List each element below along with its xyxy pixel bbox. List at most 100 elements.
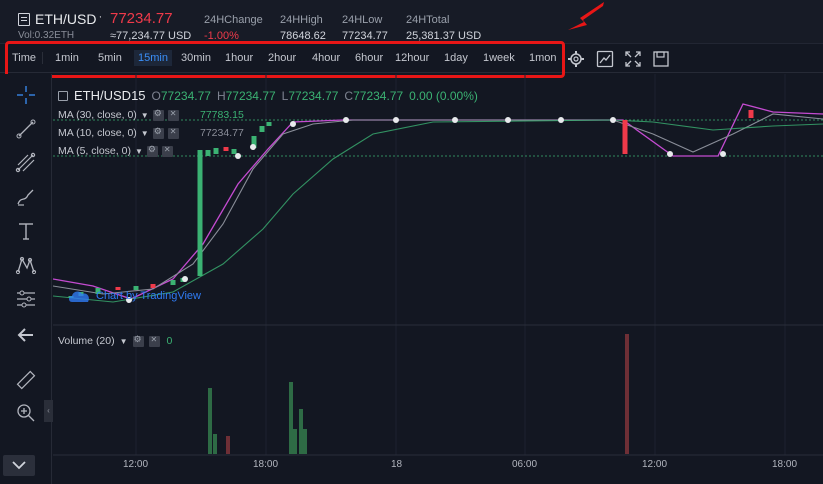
legend-close-label: C [344,88,354,103]
converted-price: ≈77,234.77 USD [110,30,192,42]
text-icon[interactable] [15,220,37,242]
close-icon[interactable] [167,127,179,139]
ma-30-row[interactable]: MA (30, close, 0) ▼ [58,108,179,121]
tf-1mon[interactable]: 1mon [529,52,557,64]
tf-1day[interactable]: 1day [444,52,468,64]
back-arrow-icon[interactable] [15,324,37,346]
caret-down-icon[interactable]: ▼ [141,111,149,120]
chart-legend: ETH/USD15 O77234.77 H77234.77 L77234.77 … [58,88,478,103]
legend-low: 77234.77 [288,88,339,103]
tf-5min[interactable]: 5min [98,52,122,64]
legend-high: 77234.77 [225,88,276,103]
volume-bar [293,429,297,454]
caret-down-icon[interactable]: ▼ [135,147,143,156]
volume-bar [299,409,303,454]
tf-2hour[interactable]: 2hour [268,52,296,64]
ma-point [505,117,511,123]
gear-icon[interactable] [152,126,164,139]
volume-label: Volume (20) [58,335,115,347]
collapse-legend-icon[interactable] [58,90,68,101]
stat-value-total: 25,381.37 USD [406,30,482,42]
volume-bar [303,429,307,454]
close-icon[interactable] [161,145,173,157]
fib-icon[interactable] [15,152,37,174]
ma-10-label: MA (10, close, 0) [58,127,137,139]
candle [259,126,265,132]
time-tick: 18:00 [772,459,798,470]
timeframe-bar: Time 1min 5min 15min 30min 1hour 2hour 4… [0,45,823,73]
indicators-icon[interactable] [596,50,614,68]
ma-point [290,121,296,127]
volume-value: 0 [166,335,173,347]
volume-bar [289,382,293,454]
close-icon[interactable] [167,109,179,121]
ma-5-row[interactable]: MA (5, close, 0) ▼ [58,144,173,157]
ma-30-label: MA (30, close, 0) [58,109,137,121]
ticker-header: ETH/USD ' Vol:0.32ETH 77234.77 ≈77,234.77… [0,0,823,44]
time-tick: 12:00 [642,459,668,470]
tf-1week[interactable]: 1week [483,52,515,64]
ma-point [235,153,241,159]
volume-bar [625,334,629,454]
ma-point [558,117,564,123]
position-icon[interactable] [15,288,37,310]
stat-value-high: 78648.62 [280,30,326,42]
candle [748,110,754,118]
gear-icon[interactable] [132,334,144,347]
volume-bar [208,388,212,454]
stat-value-change: -1.00% [204,30,239,42]
caret-down-icon[interactable]: ▼ [120,337,128,346]
ma-10-value: 77234.77 [200,127,244,139]
ma-10-row[interactable]: MA (10, close, 0) ▼ [58,126,179,139]
candle [223,147,229,151]
pair-superscript: ' [99,14,101,24]
tf-time[interactable]: Time [12,52,44,64]
close-icon[interactable] [148,335,160,347]
more-tools-button[interactable] [3,455,35,476]
tf-6hour[interactable]: 6hour [355,52,383,64]
volume-bar [226,436,230,454]
fullscreen-icon[interactable] [624,50,642,68]
time-tick: 18 [391,459,403,470]
gear-icon[interactable] [152,108,164,121]
tf-1hour[interactable]: 1hour [225,52,253,64]
stat-label-total: 24HTotal [406,14,450,26]
stat-label-high: 24HHigh [280,14,323,26]
legend-open: 77234.77 [160,88,211,103]
ma-point [452,117,458,123]
volume-text: Vol:0.32ETH [18,30,75,41]
volume-legend[interactable]: Volume (20) ▼ 0 [58,334,173,348]
ma-point [250,144,256,150]
pair-selector[interactable]: ETH/USD ' [18,11,101,27]
tradingview-watermark[interactable]: Chart by TradingView [68,289,201,303]
tf-30min[interactable]: 30min [181,52,211,64]
collapse-toolbar-button[interactable]: ‹ [44,400,53,422]
time-tick: 12:00 [123,459,149,470]
zoom-icon[interactable] [15,402,37,424]
trend-line-icon[interactable] [15,118,37,140]
brush-icon[interactable] [15,186,37,208]
tf-15min[interactable]: 15min [134,50,172,66]
stat-value-low: 77234.77 [342,30,388,42]
legend-high-label: H [216,88,226,103]
ma-point [720,151,726,157]
caret-down-icon[interactable]: ▼ [141,129,149,138]
volume-bar [213,434,217,454]
pattern-icon[interactable] [15,254,37,276]
gear-icon[interactable] [146,144,158,157]
candle [231,149,237,154]
candle [266,122,272,126]
candle [213,148,219,154]
tf-12hour[interactable]: 12hour [395,52,429,64]
chevron-down-icon [12,461,26,470]
tf-4hour[interactable]: 4hour [312,52,340,64]
time-axis[interactable]: 12:00 18:00 18 06:00 12:00 18:00 [53,455,823,484]
tf-1min[interactable]: 1min [55,52,79,64]
ruler-icon[interactable] [15,369,37,391]
candle [150,284,156,288]
settings-icon[interactable] [567,50,585,68]
crosshair-icon[interactable] [15,84,37,106]
ma-point [610,117,616,123]
pair-name: ETH/USD [35,11,97,27]
save-icon[interactable] [652,50,670,68]
